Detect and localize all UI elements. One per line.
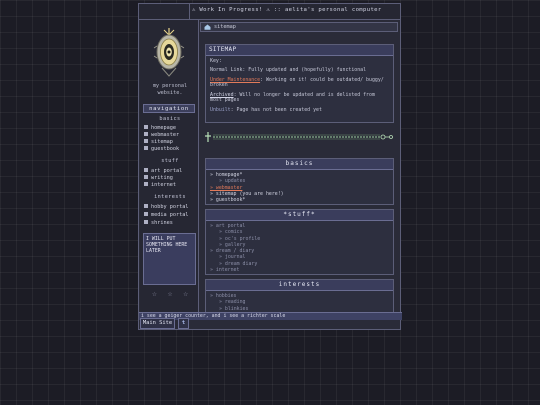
main-window: ⚠ Work In Progress! ⚠ :: aelita's person…	[138, 3, 402, 330]
tumblr-button[interactable]: t	[178, 318, 189, 329]
nav-item-sitemap[interactable]: sitemap	[144, 139, 173, 146]
palette-icon	[144, 168, 148, 172]
main-site-button[interactable]: Main Site	[140, 318, 175, 329]
nav-item-hobby-portal[interactable]: hobby portal	[144, 204, 188, 211]
pen-icon	[144, 175, 148, 179]
content-pane: sitemap SITEMAP Key: Normal Link: Fully …	[200, 20, 400, 312]
nav-item-label: homepage	[151, 125, 176, 131]
nav-item-label: shrines	[151, 220, 173, 226]
archived-text: : Will no longer be updated and is delis…	[210, 91, 375, 104]
basics-list: » homepage*» updates» webmaster» sitemap…	[206, 170, 393, 205]
nav-item-label: guestbook	[151, 146, 180, 152]
site-tagline: my personal website.	[152, 83, 188, 96]
nav-item-label: writing	[151, 175, 173, 181]
unbuilt-text: : Page has not been created yet	[230, 106, 322, 113]
list-item[interactable]: » guestbook*	[210, 197, 389, 203]
sticky-note: I WILL PUT SOMETHING HERE LATER	[143, 233, 196, 285]
interests-list: » hobbies» reading» blinkies	[206, 291, 393, 312]
nav-item-homepage[interactable]: homepage	[144, 125, 176, 132]
key-maintenance: Under Maintenance: Working on it! could …	[210, 77, 389, 90]
nav-item-label: hobby portal	[151, 204, 189, 210]
stuff-title: *stuff*	[206, 210, 393, 221]
unbuilt-link[interactable]: Unbuilt	[210, 107, 231, 113]
key-normal: Normal Link: Fully updated and (hopefull…	[210, 67, 367, 74]
marquee-text: ⚠ Work In Progress! ⚠ :: aelita's person…	[192, 7, 382, 13]
home-icon[interactable]	[204, 24, 211, 30]
heart-icon	[144, 220, 148, 224]
star-icon	[144, 204, 148, 208]
nav-item-shrines[interactable]: shrines	[144, 220, 173, 227]
nav-section-stuff: stuff	[161, 158, 179, 164]
sitemap-box: SITEMAP Key: Normal Link: Fully updated …	[205, 44, 394, 123]
nav-section-basics: basics	[159, 116, 181, 122]
stuff-list: » art portal» comics» oc's profile» gall…	[206, 221, 393, 275]
sitemap-title: SITEMAP	[206, 45, 393, 56]
nav-item-label: webmaster	[151, 132, 180, 138]
sitemap-key: Key: Normal Link: Fully updated and (hop…	[206, 56, 393, 120]
globe-icon	[144, 182, 148, 186]
nav-section-interests: interests	[154, 194, 186, 200]
key-archived: Archived: Will no longer be updated and …	[210, 91, 389, 105]
list-item[interactable]: » blinkies	[210, 306, 389, 312]
key-divider-icon	[205, 132, 393, 142]
breadcrumb: sitemap	[200, 22, 398, 32]
key-label: Key:	[210, 58, 222, 64]
list-item[interactable]: » internet	[210, 267, 389, 273]
book-icon	[144, 146, 148, 150]
sidebar: my personal website. navigation basics h…	[140, 20, 199, 312]
nav-item-label: media portal	[151, 212, 189, 218]
basics-title: basics	[206, 159, 393, 170]
nav-item-webmaster[interactable]: webmaster	[144, 132, 179, 139]
nav-item-label: art portal	[151, 168, 183, 174]
top-bar: ⚠ Work In Progress! ⚠ :: aelita's person…	[139, 4, 400, 20]
interests-box: interests » hobbies» reading» blinkies	[205, 279, 394, 312]
top-bar-left-cell	[139, 4, 190, 19]
film-icon	[144, 212, 148, 216]
user-icon	[144, 132, 148, 136]
nav-item-guestbook[interactable]: guestbook	[144, 146, 179, 153]
nav-item-label: sitemap	[151, 139, 173, 145]
home-icon	[144, 125, 148, 129]
breadcrumb-current: sitemap	[214, 24, 236, 30]
nav-item-writing[interactable]: writing	[144, 175, 173, 182]
nav-item-art-portal[interactable]: art portal	[144, 168, 182, 175]
interests-title: interests	[206, 280, 393, 291]
nav-item-media-portal[interactable]: media portal	[144, 212, 188, 219]
eye-orb-icon	[153, 28, 185, 77]
basics-box: basics » homepage*» updates» webmaster» …	[205, 158, 394, 205]
navigation-title: navigation	[143, 104, 195, 113]
nav-item-label: internet	[151, 182, 176, 188]
stars-decoration: ☆ ☆ ☆	[152, 289, 192, 298]
key-unbuilt: Unbuilt: Page has not been created yet	[210, 106, 389, 114]
map-icon	[144, 139, 148, 143]
nav-item-internet[interactable]: internet	[144, 182, 176, 189]
stuff-box: *stuff* » art portal» comics» oc's profi…	[205, 209, 394, 275]
